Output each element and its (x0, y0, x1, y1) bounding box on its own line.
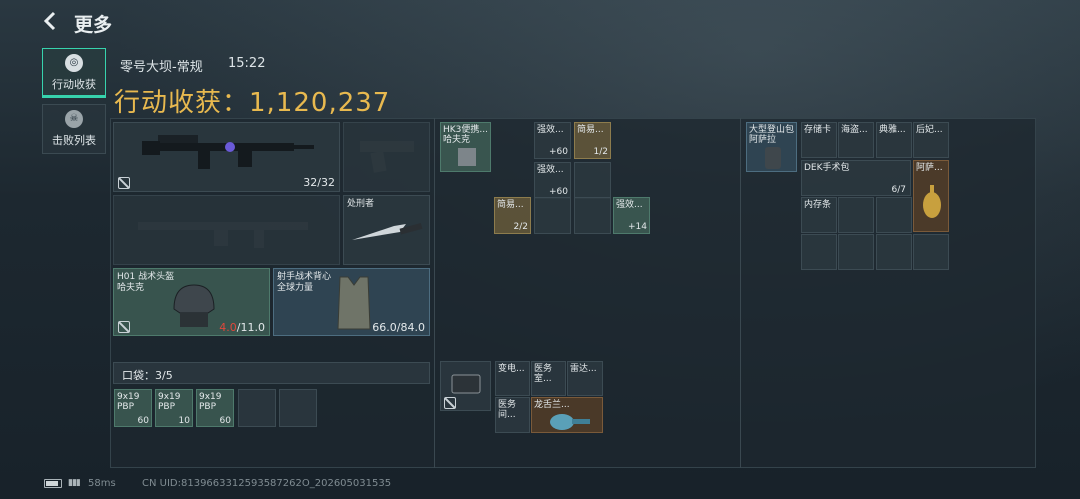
rig-empty-slot[interactable] (534, 197, 571, 234)
backpack-empty-slot[interactable] (876, 234, 912, 270)
battery-icon (44, 479, 62, 488)
pocket-header: 口袋：3/5 (113, 362, 430, 384)
item-count: 60 (137, 416, 149, 426)
backpack-item[interactable]: 阿萨... (913, 160, 949, 232)
yield-total: 行动收获：1,120,237 (114, 88, 391, 118)
safebox-item[interactable]: 变电... (495, 361, 530, 396)
bottle-icon (550, 414, 590, 430)
smg-icon (142, 135, 314, 169)
pistol-slot[interactable] (343, 122, 430, 192)
pocket-item[interactable]: 9x19 PBP 60 (196, 389, 234, 427)
divider (434, 118, 435, 468)
ammo-count: 32/32 (303, 176, 335, 189)
raid-time: 15:22 (228, 56, 266, 71)
rig-item[interactable]: 强效... +60 (534, 162, 571, 199)
backpack-empty-slot[interactable] (801, 234, 837, 270)
chest-rig-slot[interactable]: HK3便携... 哈夫克 (440, 122, 491, 172)
backpack-item[interactable]: 存储卡 (801, 122, 837, 158)
backpack-item[interactable]: 后妃... (913, 122, 949, 158)
backpack-slot[interactable]: 大型登山包 阿萨拉 (746, 122, 797, 172)
locked-icon (444, 397, 456, 409)
rig-item[interactable]: 简易... 1/2 (574, 122, 611, 159)
safebox-item[interactable]: 雷达... (567, 361, 603, 396)
chest-rig-icon (458, 148, 476, 166)
backpack-item[interactable]: 内存条 (801, 197, 837, 233)
primary-weapon-slot[interactable]: 32/32 (113, 122, 340, 192)
tab-action-yield[interactable]: ◎ 行动收获 (42, 48, 106, 98)
yield-icon: ◎ (65, 54, 83, 72)
tab-kill-list[interactable]: ☠ 击败列表 (42, 104, 106, 154)
pistol-silhouette-icon (360, 141, 414, 173)
knife-icon (352, 222, 423, 240)
item-count: 60 (219, 416, 231, 426)
backpack-item[interactable]: DEK手术包 6/7 (801, 160, 911, 196)
item-sub: 哈夫克 (117, 283, 145, 293)
tab-label: 击败列表 (52, 134, 96, 147)
helmet-slot[interactable]: H01 战术头盔 哈夫克 4.0/11.0 (113, 268, 270, 336)
durability: 4.0/11.0 (219, 321, 265, 334)
safebox-slot[interactable] (440, 361, 491, 411)
pocket-item[interactable]: 9x19 PBP 10 (155, 389, 193, 427)
safebox-item[interactable]: 龙舌兰... (531, 397, 603, 433)
item-name: H01 战术头盔 (117, 272, 175, 282)
backpack-item[interactable]: 海盗... (838, 122, 874, 158)
backpack-empty-slot[interactable] (838, 197, 874, 233)
melee-slot[interactable]: 处刑者 (343, 195, 430, 265)
backpack-empty-slot[interactable] (913, 234, 949, 270)
backpack-icon (765, 147, 781, 169)
pocket-empty-slot[interactable] (279, 389, 317, 427)
pocket-label: 口袋： (122, 369, 155, 382)
rig-item[interactable]: 强效... +60 (534, 122, 571, 159)
golden-pot-icon (923, 185, 941, 218)
safebox-item[interactable]: 医务室... (531, 361, 566, 396)
case-icon (451, 374, 481, 394)
locked-icon (118, 177, 130, 189)
rig-item[interactable]: 强效... +14 (613, 197, 650, 234)
rifle-silhouette-icon (138, 222, 308, 248)
helmet-icon (173, 284, 215, 327)
back-arrow-icon[interactable] (40, 10, 64, 34)
item-name: 处刑者 (347, 199, 375, 209)
divider (740, 118, 741, 468)
signal-icon: ▮▮▮ (68, 478, 81, 488)
item-sub: 全球力量 (277, 283, 314, 293)
page-title: 更多 (74, 14, 113, 36)
rig-empty-slot[interactable] (574, 197, 611, 234)
armor-slot[interactable]: 射手战术背心 全球力量 66.0/84.0 (273, 268, 430, 336)
tab-label: 行动收获 (52, 78, 96, 91)
item-count: 10 (178, 416, 190, 426)
rig-item[interactable]: 简易... 2/2 (494, 197, 531, 234)
item-name: 射手战术背心 (277, 272, 332, 282)
uid-text: CN UID:8139663312593587262O_202605031535 (142, 478, 392, 489)
skull-icon: ☠ (65, 110, 83, 128)
rig-empty-slot[interactable] (574, 162, 611, 199)
secondary-weapon-slot[interactable] (113, 195, 340, 265)
vest-icon (337, 276, 371, 330)
backpack-item[interactable]: 典雅... (876, 122, 912, 158)
safebox-item[interactable]: 医务间... (495, 397, 530, 433)
backpack-empty-slot[interactable] (838, 234, 874, 270)
durability: 66.0/84.0 (372, 321, 425, 334)
backpack-empty-slot[interactable] (876, 197, 912, 233)
locked-icon (118, 321, 130, 333)
ping-value: 58ms (88, 478, 116, 489)
pocket-empty-slot[interactable] (238, 389, 276, 427)
pocket-item[interactable]: 9x19 PBP 60 (114, 389, 152, 427)
map-name: 零号大坝-常规 (120, 60, 203, 75)
pocket-count: 3/5 (155, 369, 173, 382)
